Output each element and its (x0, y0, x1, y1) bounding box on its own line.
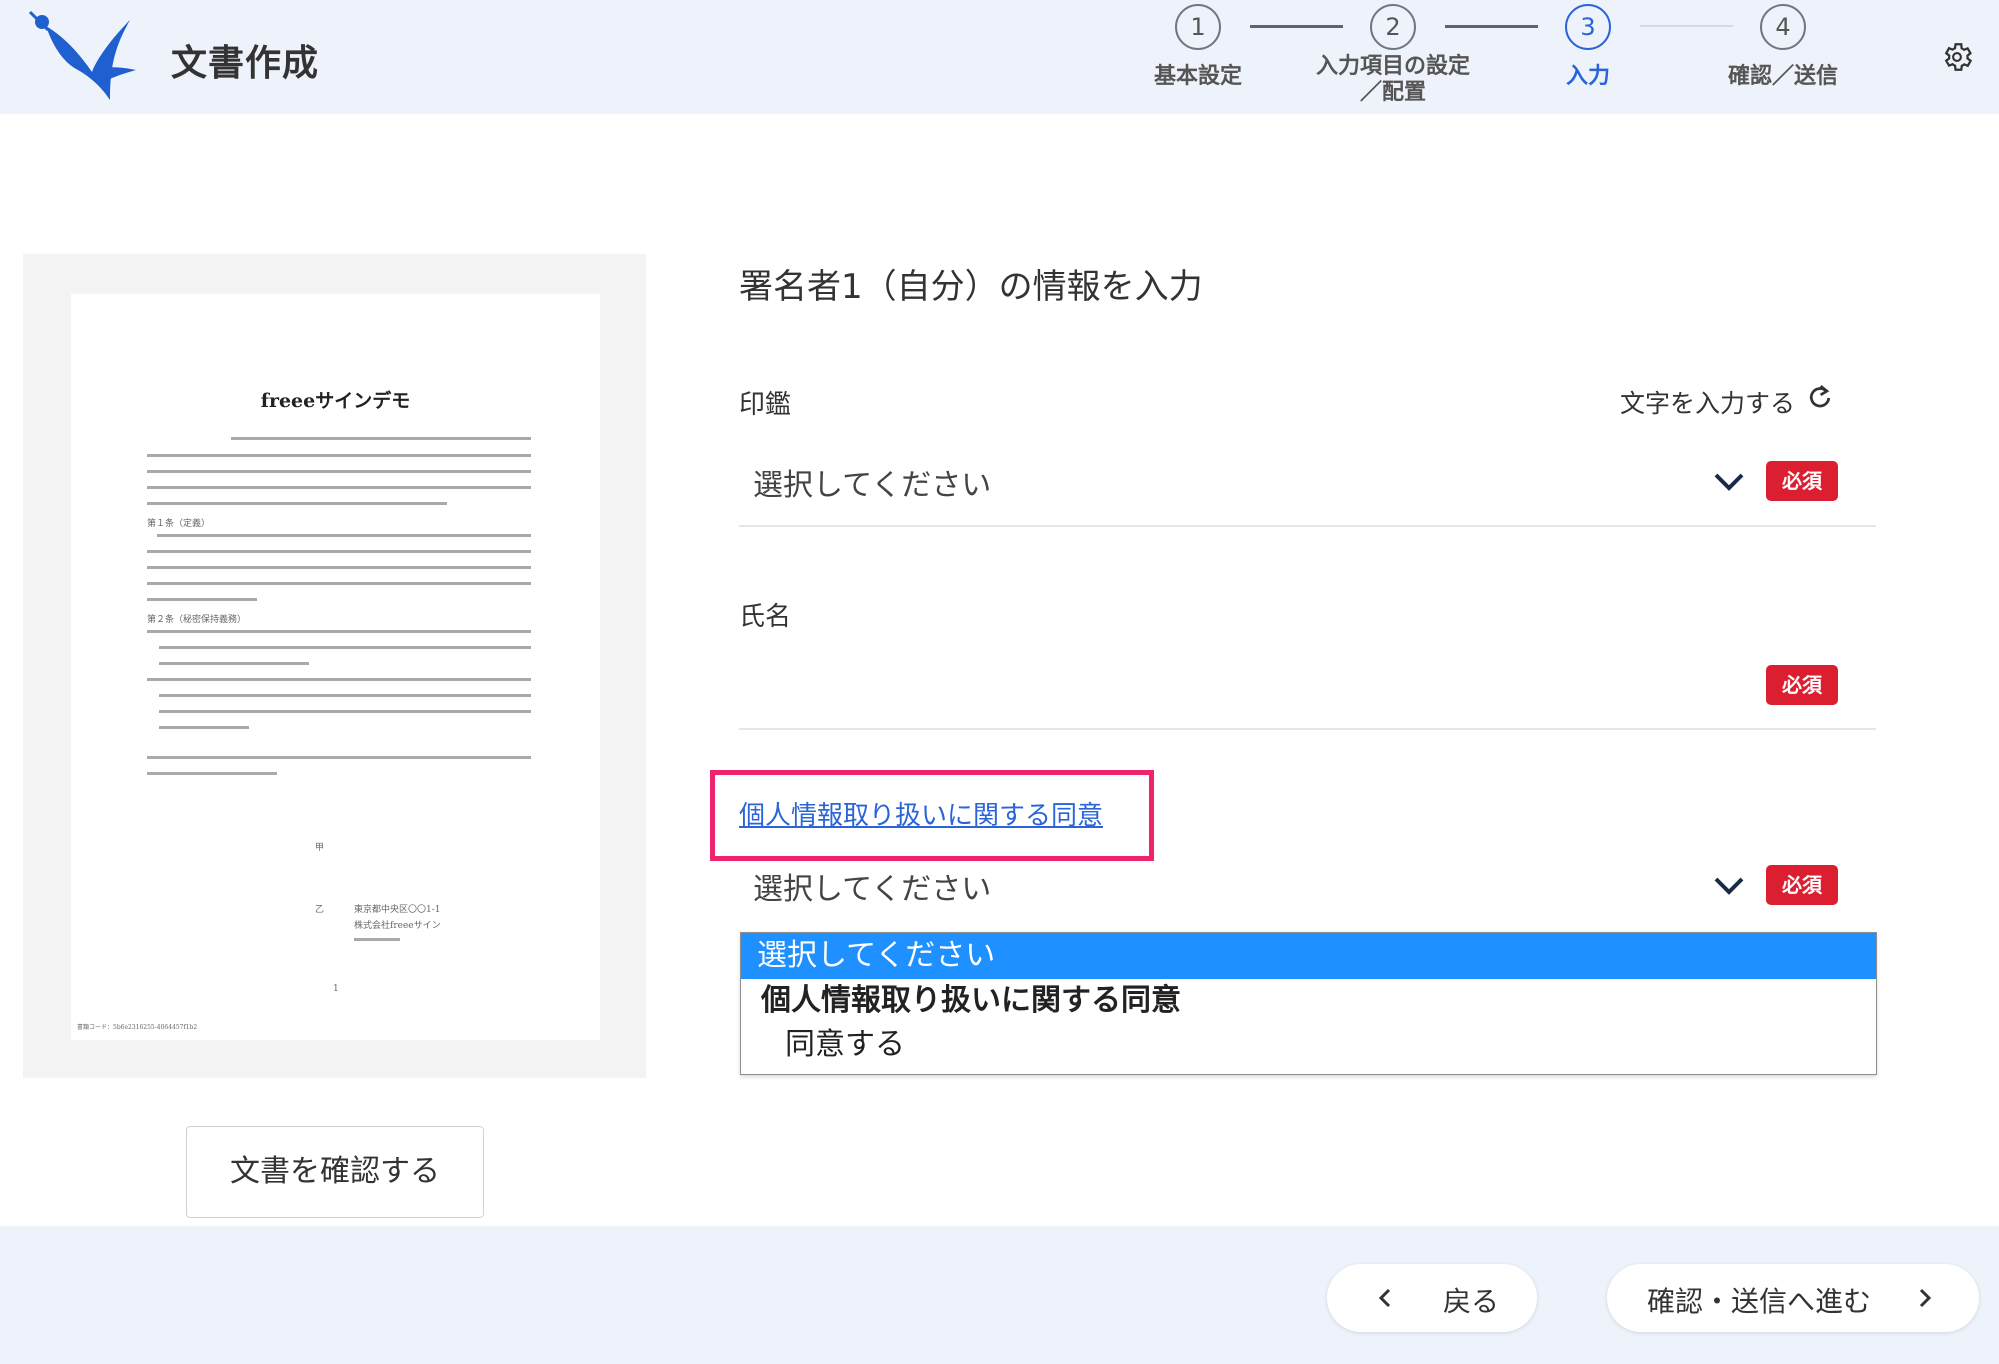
doc-text-line (147, 502, 447, 505)
step-input: 3 入力 (1503, 4, 1673, 90)
chevron-down-icon (1714, 877, 1744, 895)
doc-text-line (147, 566, 531, 569)
proceed-button-label: 確認・送信へ進む (1647, 1285, 1872, 1318)
doc-text-line (147, 486, 531, 489)
name-label: 氏名 (739, 602, 792, 632)
doc-text-line (159, 662, 309, 665)
doc-text-line (159, 710, 531, 713)
doc-text-line (147, 756, 531, 759)
step-number: 1 (1175, 4, 1221, 50)
step-number: 3 (1565, 4, 1611, 50)
doc-company: 株式会社freeeサイン (354, 921, 441, 931)
privacy-consent-link[interactable]: 個人情報取り扱いに関する同意 (739, 795, 1103, 832)
name-input[interactable]: 必須 (739, 648, 1876, 728)
required-badge: 必須 (1766, 865, 1838, 905)
seal-select[interactable]: 選択してください 必須 (739, 444, 1876, 524)
proceed-to-confirm-button[interactable]: 確認・送信へ進む (1607, 1264, 1979, 1332)
doc-text-line (231, 437, 531, 440)
page-title: 文書作成 (171, 43, 320, 84)
document-title: freeeサインデモ (260, 390, 411, 412)
doc-text-line (147, 598, 257, 601)
freee-sign-swallow-logo (28, 10, 136, 100)
app-header: 文書作成 1 基本設定 2 入力項目の設定 ／配置 3 入力 4 確認／送信 (0, 0, 1999, 114)
consent-select[interactable]: 選択してください 必須 (739, 848, 1876, 928)
doc-text-line (159, 694, 531, 697)
seal-label: 印鑑 (739, 390, 792, 420)
doc-party-b: 乙 (315, 905, 325, 915)
back-button[interactable]: 戻る (1327, 1264, 1537, 1332)
gear-icon[interactable] (1940, 40, 1974, 74)
step-label: 入力 (1565, 64, 1610, 89)
step-label: 基本設定 (1153, 64, 1242, 89)
step-label: 入力項目の設定 ／配置 (1308, 54, 1478, 106)
dropdown-option-placeholder[interactable]: 選択してください (741, 933, 1876, 979)
form-title: 署名者1（自分）の情報を入力 (739, 267, 1203, 307)
consent-dropdown-list: 選択してください 個人情報取り扱いに関する同意 同意する (740, 932, 1877, 1075)
doc-text-line (147, 470, 531, 473)
document-preview-panel: freeeサインデモ 第１条（定義） 第２条（秘密保持義務） 甲 乙 東京都中央… (23, 254, 646, 1078)
consent-select-value: 選択してください (753, 872, 992, 907)
step-number: 4 (1760, 4, 1806, 50)
doc-text-line (147, 630, 531, 633)
doc-text-line (157, 534, 531, 537)
dropdown-optgroup-label: 個人情報取り扱いに関する同意 (761, 983, 1181, 1018)
doc-text-line (159, 726, 249, 729)
doc-section-heading: 第２条（秘密保持義務） (147, 615, 247, 625)
chevron-left-icon (1378, 1288, 1391, 1308)
step-label-line2: ／配置 (1359, 80, 1426, 105)
dropdown-option-agree[interactable]: 同意する (741, 1022, 1876, 1068)
step-label: 確認／送信 (1727, 64, 1838, 89)
doc-text-line (354, 938, 400, 941)
seal-select-value: 選択してください (753, 468, 992, 503)
chevron-right-icon (1919, 1288, 1932, 1308)
required-badge: 必須 (1766, 665, 1838, 705)
confirm-document-button[interactable]: 文書を確認する (186, 1126, 484, 1218)
step-label-line1: 入力項目の設定 (1315, 54, 1470, 79)
step-confirm-send: 4 確認／送信 (1698, 4, 1868, 90)
doc-text-line (147, 454, 531, 457)
back-button-label: 戻る (1443, 1285, 1500, 1318)
doc-text-line (159, 646, 531, 649)
enter-text-link[interactable]: 文字を入力する (1620, 384, 1795, 420)
step-basic-settings: 1 基本設定 (1113, 4, 1283, 90)
doc-party-a: 甲 (315, 843, 325, 853)
refresh-icon[interactable] (1805, 383, 1835, 413)
doc-section-heading: 第１条（定義） (147, 519, 211, 529)
doc-page-number: 1 (333, 984, 339, 994)
document-preview-page[interactable]: freeeサインデモ 第１条（定義） 第２条（秘密保持義務） 甲 乙 東京都中央… (71, 294, 600, 1040)
required-badge: 必須 (1766, 461, 1838, 501)
step-field-settings: 2 入力項目の設定 ／配置 (1308, 4, 1478, 106)
doc-text-line (147, 772, 277, 775)
doc-text-line (147, 582, 531, 585)
chevron-down-icon (1714, 473, 1744, 491)
step-number: 2 (1370, 4, 1416, 50)
doc-text-line (147, 678, 531, 681)
field-divider (739, 525, 1876, 527)
doc-text-line (147, 550, 531, 553)
doc-address: 東京都中央区〇〇1-1 (354, 905, 441, 915)
doc-footer-code: 書類コード：5b6e2316255-4064457f1b2 (77, 1024, 198, 1031)
field-divider (739, 728, 1876, 730)
